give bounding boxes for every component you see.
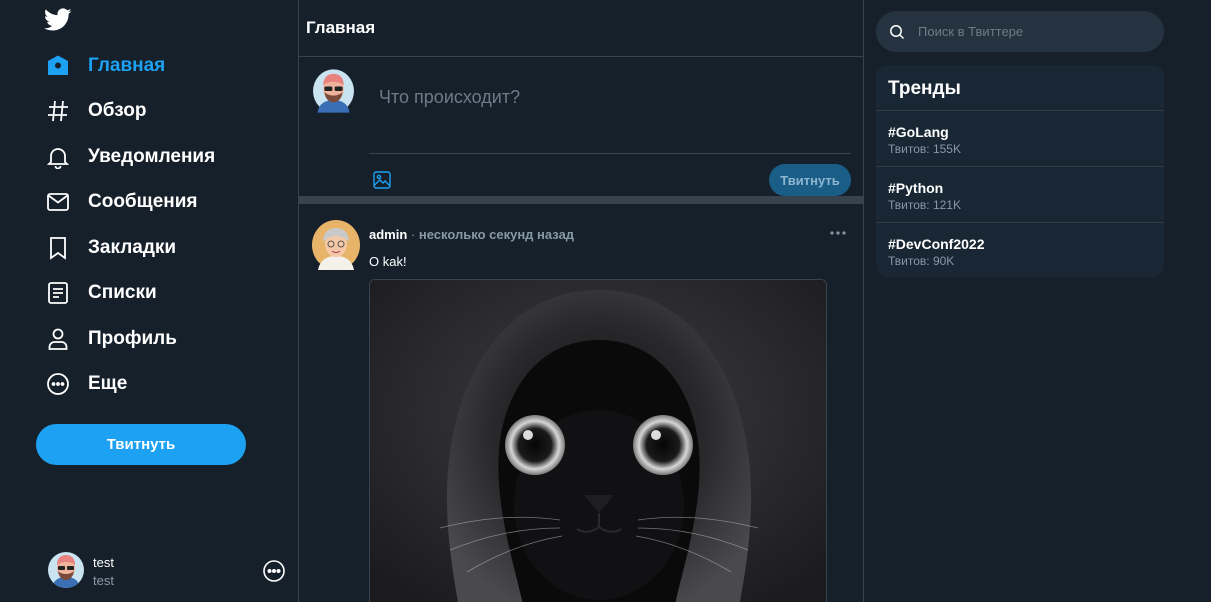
- trend-item[interactable]: #Python Твитов: 121K: [876, 167, 1164, 223]
- nav-explore[interactable]: Обзор: [46, 96, 146, 126]
- tweet[interactable]: admin · несколько секунд назад O kak!: [299, 204, 863, 602]
- tweet-submit-button[interactable]: Твитнуть: [769, 164, 851, 196]
- nav-label: Сообщения: [88, 191, 198, 212]
- tweet-meta: admin · несколько секунд назад: [369, 227, 574, 242]
- tweet-author[interactable]: admin: [369, 227, 407, 242]
- home-icon: [46, 54, 70, 78]
- nav-messages[interactable]: Сообщения: [46, 187, 198, 217]
- avatar[interactable]: [312, 220, 360, 270]
- twitter-bird-icon[interactable]: [44, 8, 72, 32]
- trend-tag: #DevConf2022: [888, 236, 985, 252]
- trend-item[interactable]: #GoLang Твитов: 155K: [876, 111, 1164, 167]
- account-switcher[interactable]: test test: [48, 552, 288, 592]
- hashtag-icon: [46, 99, 70, 123]
- image-upload-icon[interactable]: [373, 171, 391, 189]
- nav-lists[interactable]: Списки: [46, 278, 157, 308]
- user-icon: [46, 327, 70, 351]
- account-handle: test: [93, 573, 114, 588]
- trend-tag: #GoLang: [888, 124, 949, 140]
- account-name: test: [93, 555, 114, 570]
- nav-label: Закладки: [88, 237, 177, 258]
- tweet-input[interactable]: [379, 77, 849, 117]
- envelope-icon: [46, 190, 70, 214]
- avatar: [313, 69, 354, 113]
- nav-label: Списки: [88, 282, 157, 303]
- nav-home[interactable]: Главная: [46, 51, 165, 81]
- nav-label: Главная: [88, 55, 166, 76]
- nav-label: Профиль: [88, 328, 177, 349]
- more-circle-icon[interactable]: [263, 560, 285, 582]
- more-circle-icon: [46, 372, 70, 396]
- nav-label: Еще: [88, 373, 128, 394]
- search-bar[interactable]: [876, 11, 1164, 52]
- separator: ·: [410, 227, 416, 242]
- avatar: [48, 552, 84, 588]
- nav-label: Уведомления: [88, 146, 216, 167]
- trend-count: Твитов: 90K: [888, 254, 955, 268]
- trend-count: Твитов: 155K: [888, 142, 961, 156]
- bell-icon: [46, 145, 70, 169]
- main-header: Главная: [299, 0, 863, 57]
- main-column: Главная ◢ Твитнуть: [298, 0, 864, 602]
- nav-label: Обзор: [88, 100, 147, 121]
- page-title: Главная: [306, 18, 376, 37]
- tweet-button[interactable]: Твитнуть: [36, 424, 246, 465]
- trend-tag: #Python: [888, 180, 944, 196]
- sidebar: Главная Обзор Уведомления Сообщения Закл…: [0, 0, 298, 602]
- right-column: Тренды #GoLang Твитов: 155K #Python Твит…: [865, 0, 1211, 602]
- search-input[interactable]: [918, 24, 1138, 39]
- trends-panel: Тренды #GoLang Твитов: 155K #Python Твит…: [876, 65, 1164, 277]
- tweet-composer: ◢ Твитнуть: [299, 57, 863, 204]
- trends-title: Тренды: [876, 65, 1164, 111]
- nav-notifications[interactable]: Уведомления: [46, 142, 215, 172]
- nav-bookmarks[interactable]: Закладки: [46, 233, 176, 263]
- tweet-text: O kak!: [369, 254, 407, 269]
- nav-more[interactable]: Еще: [46, 369, 127, 399]
- more-horizontal-icon[interactable]: [829, 228, 847, 238]
- divider: [369, 153, 851, 154]
- tweet-image[interactable]: [369, 279, 827, 602]
- bookmark-icon: [46, 236, 70, 260]
- nav-profile[interactable]: Профиль: [46, 324, 177, 354]
- trend-item[interactable]: #DevConf2022 Твитов: 90K: [876, 223, 1164, 277]
- list-icon: [46, 281, 70, 305]
- search-icon: [890, 24, 905, 39]
- tweet-time: несколько секунд назад: [418, 227, 575, 242]
- trend-count: Твитов: 121K: [888, 198, 961, 212]
